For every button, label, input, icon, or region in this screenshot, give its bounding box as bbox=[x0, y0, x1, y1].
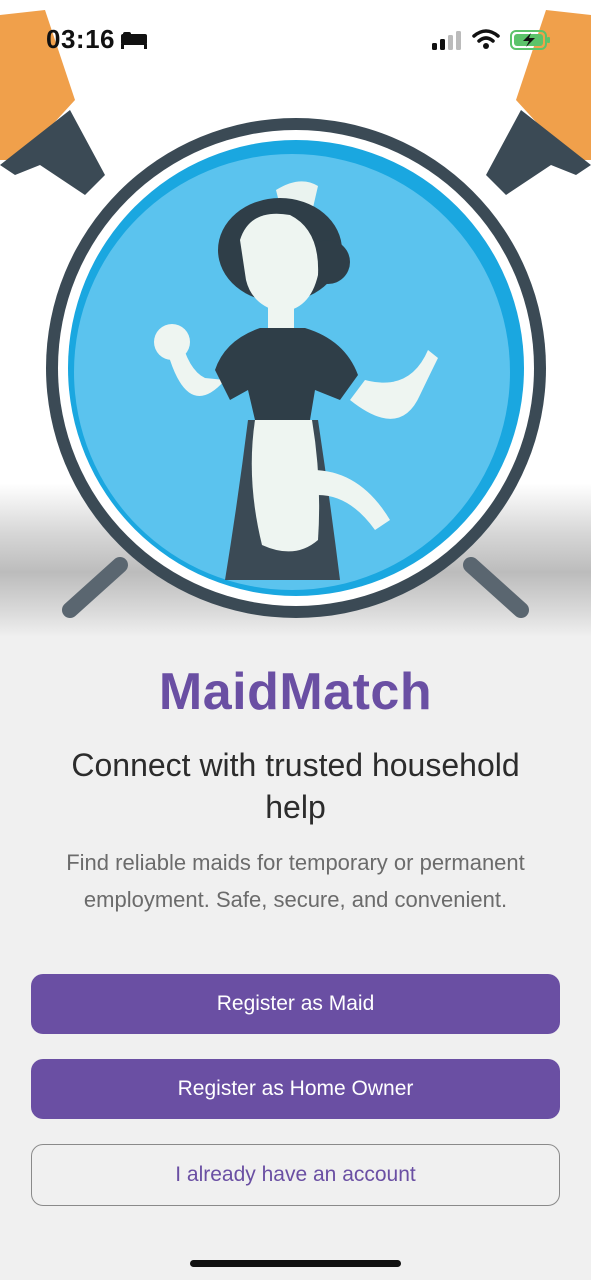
welcome-screen: 03:16 MaidMatch Connect with trusted hou… bbox=[0, 0, 591, 1280]
register-maid-button[interactable]: Register as Maid bbox=[31, 974, 560, 1034]
app-title: MaidMatch bbox=[158, 663, 433, 721]
register-home-owner-label: Register as Home Owner bbox=[177, 1077, 414, 1100]
register-maid-label: Register as Maid bbox=[216, 992, 375, 1015]
description: Find reliable maids for temporary or per… bbox=[66, 850, 525, 912]
maid-apron-shape bbox=[251, 420, 320, 552]
hero-illustration bbox=[0, 0, 591, 636]
login-button[interactable]: I already have an account bbox=[31, 1144, 560, 1206]
status-bar: 03:16 bbox=[0, 0, 591, 80]
maid-clock-illustration bbox=[0, 10, 591, 618]
signal-icon bbox=[432, 30, 462, 55]
home-indicator[interactable] bbox=[190, 1260, 401, 1267]
status-time: 03:16 bbox=[46, 24, 115, 54]
right-leg-shape bbox=[463, 557, 529, 618]
register-home-owner-button[interactable]: Register as Home Owner bbox=[31, 1059, 560, 1119]
wifi-icon bbox=[472, 28, 500, 55]
left-leg-shape bbox=[62, 557, 128, 618]
login-label: I already have an account bbox=[175, 1163, 416, 1186]
battery-charging-icon bbox=[510, 29, 552, 56]
bed-icon bbox=[120, 30, 148, 55]
tagline: Connect with trusted household help bbox=[71, 747, 520, 825]
